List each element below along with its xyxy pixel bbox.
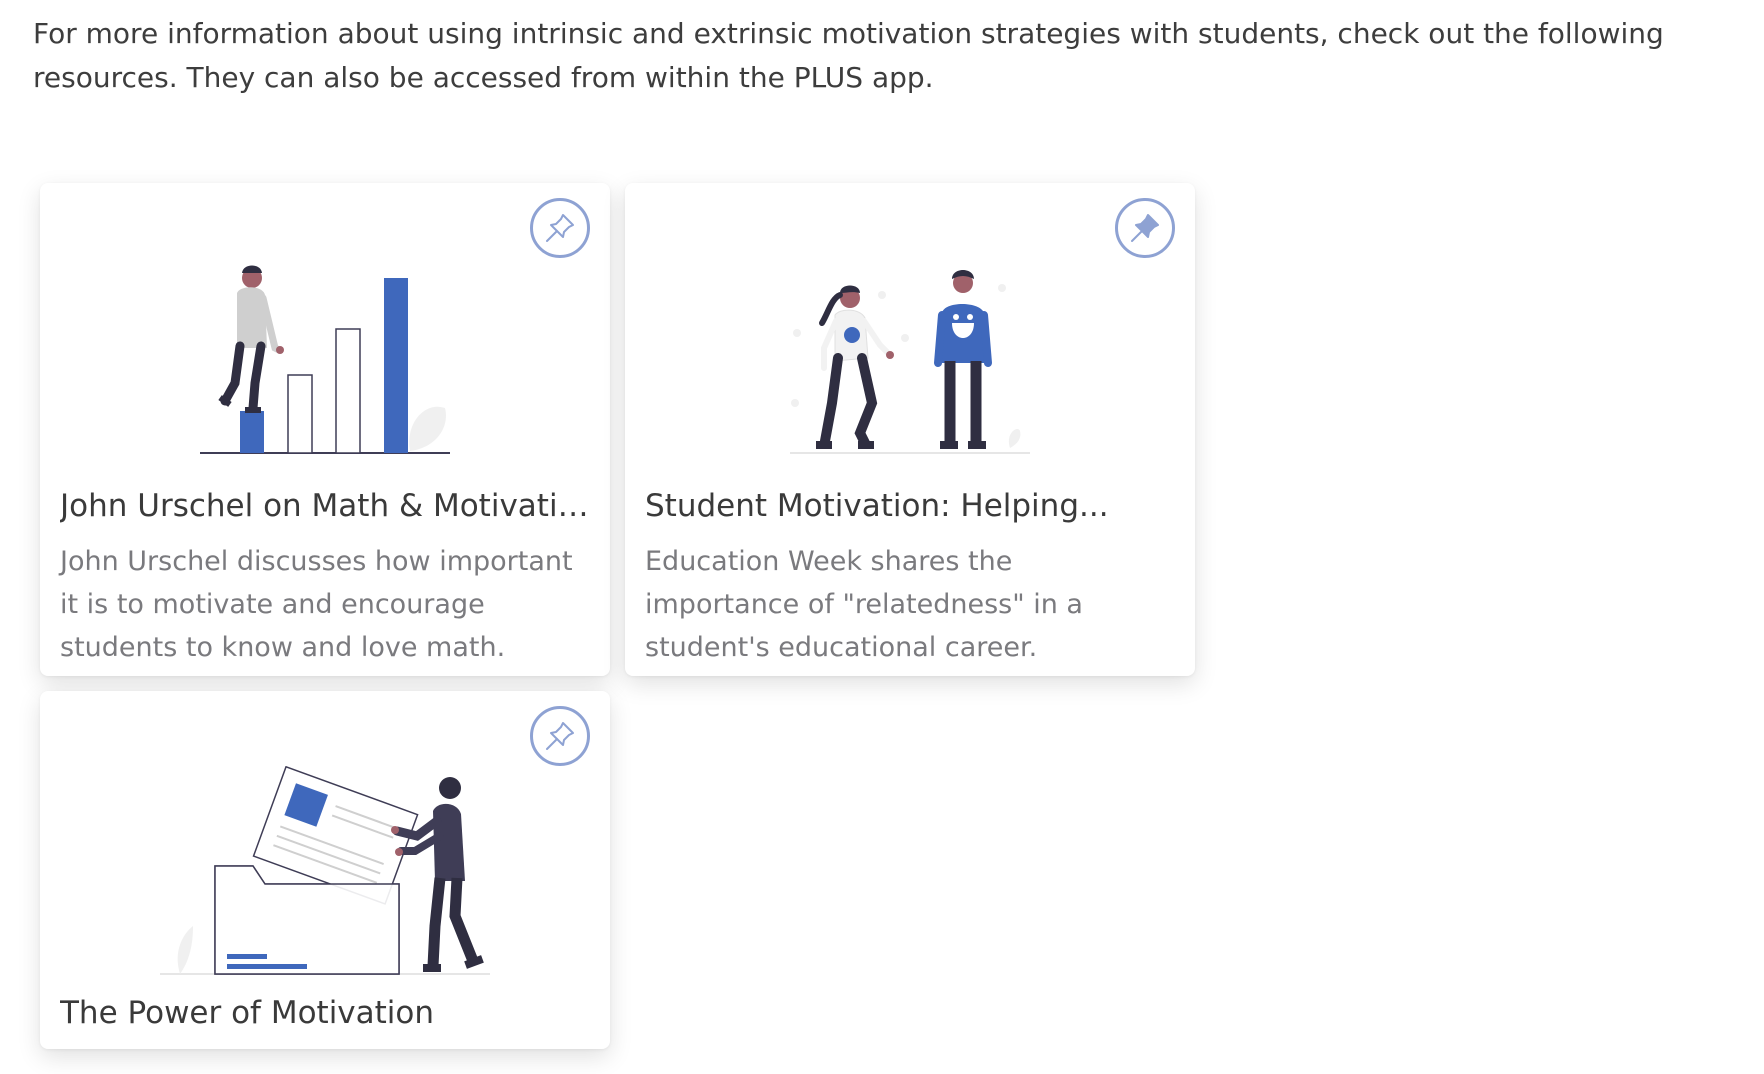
bar-chart-climber-illustration [40,253,610,483]
card-title[interactable]: The Power of Motivation [60,991,590,1035]
pin-button[interactable] [1115,198,1175,258]
resource-card-john-urschel[interactable]: John Urschel on Math & Motivation John U… [40,183,610,676]
pin-filled-icon [1131,214,1159,242]
card-title[interactable]: John Urschel on Math & Motivation [60,484,590,528]
resource-card-student-motivation[interactable]: Student Motivation: Helping... Education… [625,183,1195,676]
card-description: John Urschel discusses how important it … [60,546,573,663]
pin-button[interactable] [530,706,590,766]
document-folder-illustration [40,766,610,981]
pin-button[interactable] [530,198,590,258]
intro-text: For more information about using intrins… [33,17,1664,94]
two-students-illustration [625,253,1195,483]
card-title[interactable]: Student Motivation: Helping... [645,484,1175,528]
card-description: Education Week shares the importance of … [645,546,1083,663]
resource-card-power-of-motivation[interactable]: The Power of Motivation [40,691,610,1049]
pin-outline-icon [546,214,574,242]
pin-outline-icon [546,722,574,750]
